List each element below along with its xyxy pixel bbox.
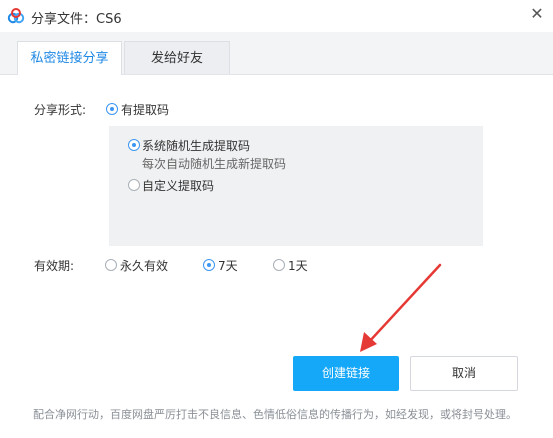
- option-permanent-label[interactable]: 永久有效: [120, 257, 168, 274]
- share-form-label: 分享形式:: [34, 103, 87, 117]
- validity-label: 有效期:: [34, 259, 75, 273]
- option-with-code-label[interactable]: 有提取码: [121, 101, 169, 118]
- window-title: 分享文件：CS6: [31, 12, 122, 27]
- tab-send-to-friend[interactable]: 发给好友: [124, 41, 230, 74]
- tab-private-link[interactable]: 私密链接分享: [17, 41, 122, 75]
- tab-bar: 私密链接分享 发给好友: [0, 32, 553, 75]
- radio-7-days[interactable]: [203, 259, 215, 271]
- radio-permanent[interactable]: [105, 259, 117, 271]
- close-button[interactable]: ✕: [527, 4, 547, 24]
- baidu-netdisk-cloud-icon: [7, 8, 25, 24]
- footer-notice: 配合净网行动，百度网盘严厉打击不良信息、色情低俗信息的传播行为，如经发现，或将封…: [33, 408, 517, 421]
- close-icon: ✕: [530, 4, 544, 23]
- radio-with-code[interactable]: [106, 103, 118, 115]
- random-code-hint: 每次自动随机生成新提取码: [142, 157, 287, 171]
- option-random-code-label[interactable]: 系统随机生成提取码: [142, 137, 250, 154]
- create-link-button[interactable]: 创建链接: [293, 356, 399, 391]
- radio-custom-code[interactable]: [128, 179, 140, 191]
- radio-1-day[interactable]: [273, 259, 285, 271]
- radio-random-code[interactable]: [128, 139, 140, 151]
- cancel-button[interactable]: 取消: [410, 356, 518, 391]
- option-1-day-label[interactable]: 1天: [288, 257, 308, 274]
- option-7-days-label[interactable]: 7天: [218, 257, 238, 274]
- option-custom-code-label[interactable]: 自定义提取码: [142, 177, 214, 194]
- code-options-panel: 系统随机生成提取码 每次自动随机生成新提取码 自定义提取码: [109, 126, 483, 246]
- title-bar: 分享文件：CS6 ✕: [0, 0, 553, 32]
